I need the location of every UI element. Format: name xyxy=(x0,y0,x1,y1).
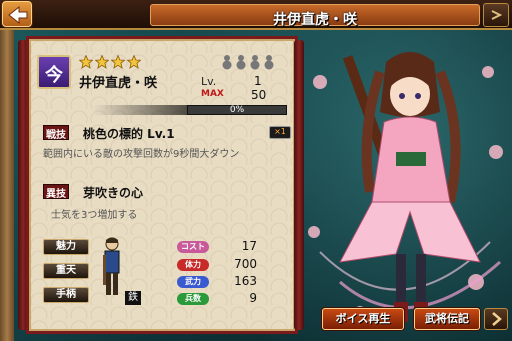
left-border xyxy=(0,30,14,341)
max-label: MAX xyxy=(201,89,224,99)
gourd-icon xyxy=(222,55,232,70)
chevron-icon xyxy=(491,10,503,20)
star-icon xyxy=(127,55,141,69)
star-icon xyxy=(111,55,125,69)
star-icon xyxy=(95,55,109,69)
gourd-icon xyxy=(264,55,274,70)
brush-stroke xyxy=(93,105,193,115)
gourd-icon xyxy=(236,55,246,70)
unit-type-label: 鉄 xyxy=(125,291,141,305)
level-label: Lv. xyxy=(201,75,217,88)
title-cap: 井伊直虎・咲 xyxy=(150,4,480,28)
gourd-icon xyxy=(250,55,260,70)
next-button[interactable] xyxy=(484,308,508,330)
stat-value-cost: 17 xyxy=(241,239,257,253)
level-value: 1 xyxy=(254,74,262,88)
title-bar: 井伊直虎・咲 xyxy=(0,0,512,30)
skill-tag: 戦技 xyxy=(43,125,69,141)
trait-name: 芽吹きの心 xyxy=(83,186,144,200)
voice-play-button[interactable]: ボイス再生 xyxy=(322,308,404,330)
character-name: 井伊直虎・咲 xyxy=(79,76,158,91)
back-arrow-icon xyxy=(8,5,28,25)
attribute-charm[interactable]: 魅力 xyxy=(43,239,89,255)
biography-button[interactable]: 武将伝記 xyxy=(414,308,480,330)
stat-value-troops: 9 xyxy=(249,291,257,305)
max-level-value: 50 xyxy=(251,88,267,102)
skill-multiplier: ×1 xyxy=(269,126,291,139)
skill-name: 桃色の標的 Lv.1 xyxy=(83,127,175,141)
page-title: 井伊直虎・咲 xyxy=(273,12,357,28)
stat-value-attack: 163 xyxy=(234,274,257,288)
exp-bar: 0% xyxy=(187,105,287,115)
attribute-heaven[interactable]: 重天 xyxy=(43,263,89,279)
stat-value-hp: 700 xyxy=(234,257,257,271)
trait-description: 士気を3つ増加する xyxy=(51,210,138,221)
skill-description: 範囲内にいる敵の攻撃回数が9秒間大ダウン xyxy=(43,149,240,160)
chevron-right-icon xyxy=(492,312,502,326)
character-illustration xyxy=(308,52,503,322)
soldier-icon xyxy=(103,237,120,295)
star-icon xyxy=(79,55,93,69)
exp-text: 0% xyxy=(229,105,245,115)
rarity-badge: 今 xyxy=(37,55,71,89)
back-button[interactable] xyxy=(2,1,32,27)
info-panel: 今 井伊直虎・咲 Lv. 1 MAX 50 0% 戦技 桃色の標的 Lv.1 ×… xyxy=(26,36,298,334)
game-screen: 井伊直虎・咲 今 井伊直虎・咲 Lv. 1 MAX 50 0% 戦技 桃色の標的… xyxy=(0,0,512,341)
menu-button[interactable] xyxy=(483,3,509,27)
trait-tag: 異技 xyxy=(43,184,69,200)
rarity-label: 今 xyxy=(45,65,63,86)
attribute-merit[interactable]: 手柄 xyxy=(43,287,89,303)
